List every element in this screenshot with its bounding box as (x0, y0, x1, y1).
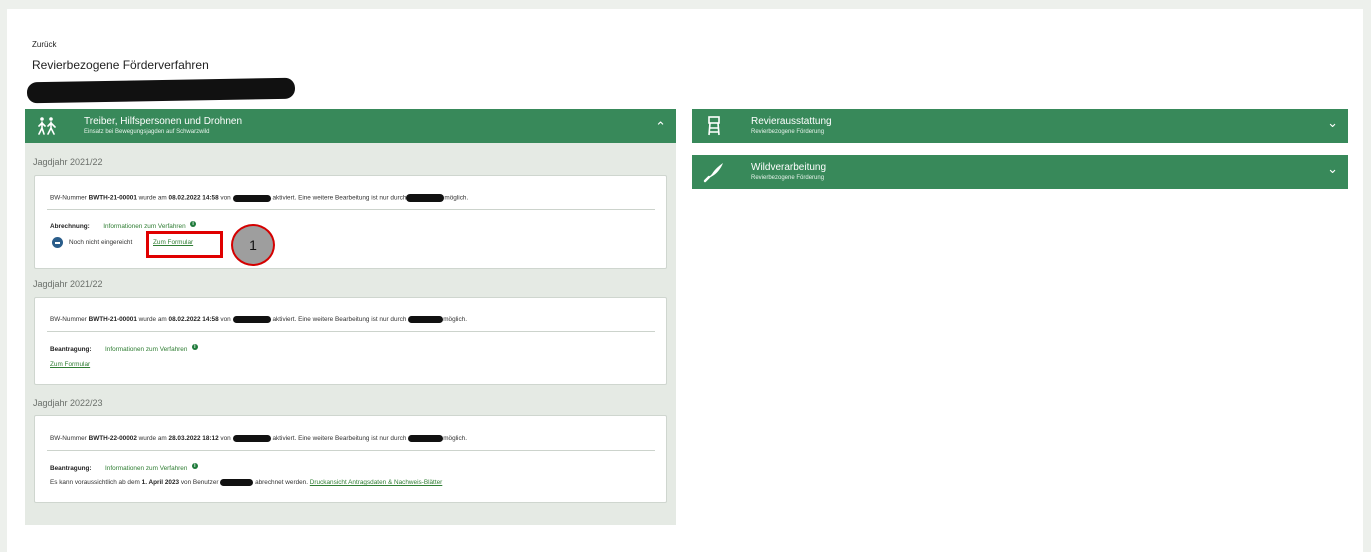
entry-3-note-pre: Es kann voraussichtlich ab dem (50, 479, 142, 487)
entry-1-label: Abrechnung: (50, 223, 90, 230)
entry-1-status-line: BW-Nummer BWTH-21-00001 wurde am 08.02.2… (50, 194, 468, 202)
entry-3-divider (47, 450, 655, 451)
redacted-user (232, 435, 271, 442)
entry-1-von: von (218, 194, 233, 202)
entry-2-pre: BW-Nummer (50, 316, 89, 324)
entry-2-mid: wurde am (136, 316, 169, 324)
entry-3-end: möglich. (443, 435, 467, 443)
redacted-user (408, 435, 444, 442)
entry-3-status-line: BW-Nummer BWTH-22-00002 wurde am 28.03.2… (50, 435, 467, 442)
entry-3-pre: BW-Nummer (50, 435, 89, 443)
chevron-down-icon[interactable]: ⌄ (1327, 115, 1338, 131)
people-walking-icon (25, 109, 69, 143)
treiber-panel-subtitle: Einsatz bei Bewegungsjagden auf Schwarzw… (84, 129, 210, 135)
back-link[interactable]: Zurück (32, 40, 56, 49)
entry-1-number: BWTH-21-00001 (88, 194, 137, 202)
entry-1-status: Noch nicht eingereicht (69, 239, 133, 246)
chevron-down-icon[interactable]: ⌄ (1327, 161, 1338, 177)
entry-1-card: BW-Nummer BWTH-21-00001 wurde am 08.02.2… (34, 175, 667, 269)
redacted-user (232, 194, 271, 202)
entry-3-card: BW-Nummer BWTH-22-00002 wurde am 28.03.2… (34, 415, 667, 503)
entry-2-end: möglich. (443, 316, 467, 324)
entry-1-after: aktiviert. Eine weitere Bearbeitung ist … (272, 194, 407, 202)
entry-3-number: BWTH-22-00002 (88, 435, 137, 443)
entry-2-label: Beantragung: (50, 346, 92, 353)
entry-2-date: 08.02.2022 14:58 (168, 316, 219, 324)
entry-2-von: von (218, 316, 233, 324)
wild-panel-subtitle: Revierbezogene Förderung (751, 175, 825, 181)
entry-2-number: BWTH-21-00001 (88, 316, 137, 324)
entry-1-divider (47, 209, 655, 210)
revier-panel-subtitle: Revierbezogene Förderung (751, 129, 825, 135)
entry-1-info-link[interactable]: Informationen zum Verfahren (103, 223, 185, 230)
entry-3-von: von (218, 435, 233, 443)
annotation-marker: 1 (231, 224, 275, 266)
wild-panel-title: Wildverarbeitung (751, 162, 827, 173)
redacted-user (408, 316, 444, 323)
entry-1-date: 08.02.2022 14:58 (168, 194, 219, 202)
entry-2-status-line: BW-Nummer BWTH-21-00001 wurde am 08.02.2… (50, 316, 467, 323)
knife-icon (692, 155, 736, 189)
info-icon: i (191, 462, 198, 469)
treiber-panel-title: Treiber, Hilfspersonen und Drohnen (84, 116, 243, 127)
redacted-user (406, 194, 445, 202)
revier-panel-title: Revierausstattung (751, 116, 832, 127)
entry-2-year: Jagdjahr 2021/22 (33, 279, 103, 289)
entry-3-note-post: abrechnet werden. (253, 479, 310, 487)
entry-3-note: Es kann voraussichtlich ab dem 1. April … (50, 479, 442, 486)
wild-panel-header[interactable]: Wildverarbeitung Revierbezogene Förderun… (692, 155, 1348, 189)
revier-panel-header[interactable]: Revierausstattung Revierbezogene Förderu… (692, 109, 1348, 143)
entry-3-after: aktiviert. Eine weitere Bearbeitung ist … (272, 435, 409, 443)
entry-2-info-link[interactable]: Informationen zum Verfahren (105, 346, 187, 353)
entry-3-info-row: Beantragung: Informationen zum Verfahren… (50, 457, 198, 475)
minus-circle-icon (52, 237, 63, 248)
entry-3-info-link[interactable]: Informationen zum Verfahren (105, 465, 187, 472)
redacted-user (232, 316, 271, 323)
entry-3-note-date: 1. April 2023 (141, 479, 180, 487)
info-icon: i (190, 220, 197, 227)
entry-3-mid: wurde am (136, 435, 169, 443)
entry-2-card: BW-Nummer BWTH-21-00001 wurde am 08.02.2… (34, 297, 667, 385)
treiber-panel-header[interactable]: Treiber, Hilfspersonen und Drohnen Einsa… (25, 109, 676, 143)
entry-2-form-link[interactable]: Zum Formular (50, 361, 90, 368)
page-title: Revierbezogene Förderverfahren (32, 58, 209, 72)
print-view-link[interactable]: Druckansicht Antragsdaten & Nachweis-Blä… (310, 479, 443, 486)
hunting-stand-icon (692, 109, 736, 143)
entry-3-date: 28.03.2022 18:12 (168, 435, 219, 443)
entry-2-info-row: Beantragung: Informationen zum Verfahren… (50, 338, 198, 356)
chevron-up-icon[interactable]: ⌃ (655, 119, 666, 135)
entry-1-year: Jagdjahr 2021/22 (33, 157, 103, 167)
entry-1-end: möglich. (444, 194, 469, 202)
entry-2-after: aktiviert. Eine weitere Bearbeitung ist … (272, 316, 409, 324)
highlight-box (146, 231, 223, 258)
info-icon: i (191, 343, 198, 350)
entry-3-year: Jagdjahr 2022/23 (33, 398, 103, 408)
entry-1-pre: BW-Nummer (50, 194, 89, 202)
entry-2-divider (47, 331, 655, 332)
redacted-user (220, 479, 254, 486)
entry-1-mid: wurde am (136, 194, 169, 202)
entry-3-note-mid: von Benutzer (179, 479, 221, 487)
entry-3-label: Beantragung: (50, 465, 92, 472)
